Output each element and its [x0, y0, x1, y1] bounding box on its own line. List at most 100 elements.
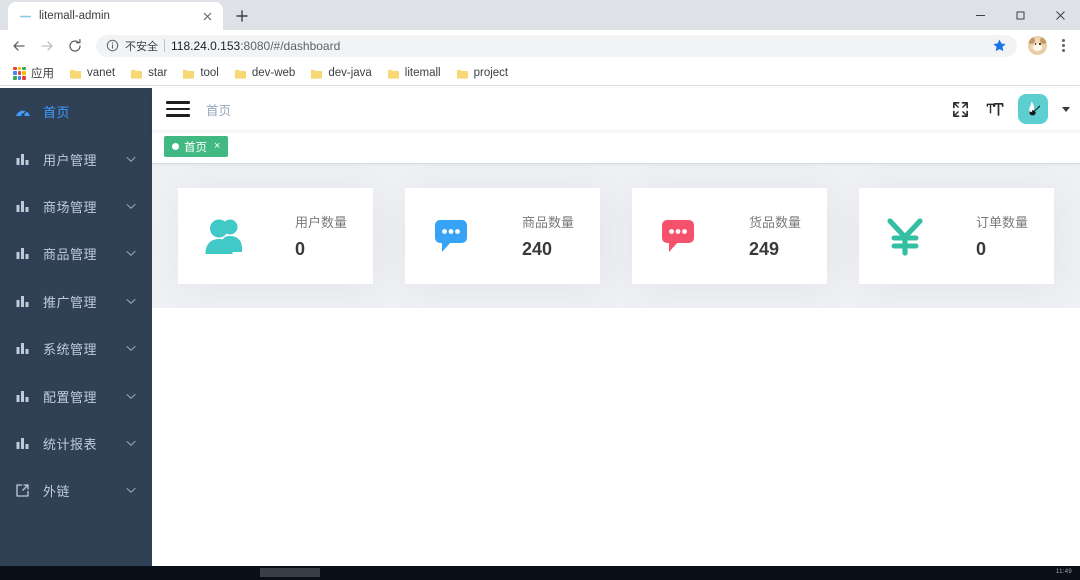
chevron-down-icon[interactable] — [1062, 106, 1070, 112]
tag-label: 首页 — [184, 141, 207, 154]
minimize-button[interactable] — [960, 0, 1000, 30]
stat-card-text: 货品数量 249 — [749, 212, 801, 260]
tags-view: 首页 × — [152, 130, 1080, 164]
folder-icon — [130, 67, 143, 79]
chart-icon — [14, 388, 31, 405]
stat-card-label: 用户数量 — [294, 215, 347, 230]
bookmark-dev-java[interactable]: dev-java — [303, 65, 378, 81]
taskbar-active-window[interactable] — [260, 568, 320, 577]
chevron-down-icon — [126, 393, 136, 400]
new-tab-button[interactable] — [229, 3, 255, 29]
url-path: :8080/#/dashboard — [240, 38, 341, 53]
bookmarks-bar: 应用 vanet star tool dev-web dev-java lite… — [0, 61, 1080, 86]
admin-app: 首页 用户管理 商场管理 商品管理 推广管理 系统管理 配置管理 统计报表 外链… — [0, 88, 1080, 568]
url-text: 118.24.0.153:8080/#/dashboard — [171, 39, 340, 53]
chevron-down-icon — [126, 345, 136, 352]
sidebar-item-user-management[interactable]: 用户管理 — [0, 135, 152, 182]
bookmark-star[interactable]: star — [123, 65, 174, 81]
bookmark-label: litemall — [404, 67, 441, 79]
folder-icon — [234, 67, 247, 79]
close-button[interactable] — [1040, 0, 1080, 30]
sidebar-item-label: 商品管理 — [43, 247, 98, 263]
bookmark-tool[interactable]: tool — [175, 65, 226, 81]
omnibox-divider — [164, 39, 165, 52]
chart-icon — [14, 151, 31, 168]
reload-button[interactable] — [62, 33, 88, 59]
stat-card-users[interactable]: 用户数量 0 — [178, 188, 373, 284]
stat-card-text: 订单数量 0 — [976, 212, 1028, 260]
bookmark-label: project — [473, 67, 509, 79]
sidebar-item-config-management[interactable]: 配置管理 — [0, 372, 152, 419]
tab-close-button[interactable] — [200, 9, 215, 24]
sidebar-item-mall-management[interactable]: 商场管理 — [0, 183, 152, 230]
dash-favicon — [19, 10, 32, 23]
tag-close-icon[interactable]: × — [214, 141, 220, 152]
maximize-button[interactable] — [1000, 0, 1040, 30]
folder-icon — [387, 67, 400, 79]
stat-card-value: 249 — [748, 239, 780, 259]
chevron-down-icon — [126, 298, 136, 305]
stat-card-label: 货品数量 — [748, 215, 801, 230]
main-container: 首页 首页 × 用户数量 0 商品数量 240 货品数量 249 订单数量 0 — [152, 88, 1080, 568]
sidebar-item-label: 推广管理 — [43, 294, 98, 310]
chart-icon — [14, 293, 31, 310]
chrome-menu-button[interactable] — [1052, 33, 1074, 59]
user-avatar[interactable] — [1018, 94, 1048, 124]
browser-toolbar: 不安全 118.24.0.153:8080/#/dashboard — [0, 30, 1080, 61]
bookmark-vanet[interactable]: vanet — [62, 65, 122, 81]
bookmark-label: dev-web — [251, 67, 296, 79]
address-bar[interactable]: 不安全 118.24.0.153:8080/#/dashboard — [96, 34, 1017, 57]
stat-card-text: 商品数量 240 — [522, 212, 574, 260]
bookmark-project[interactable]: project — [449, 65, 516, 81]
chevron-down-icon — [126, 250, 136, 257]
sidebar-item-statistics-report[interactable]: 统计报表 — [0, 420, 152, 467]
fullscreen-icon[interactable] — [950, 99, 970, 119]
font-size-icon[interactable] — [984, 99, 1004, 119]
chart-icon — [14, 198, 31, 215]
stat-card-value: 0 — [975, 239, 986, 259]
star-icon[interactable] — [992, 38, 1007, 53]
chevron-down-icon — [126, 203, 136, 210]
forward-button[interactable] — [34, 33, 60, 59]
tag-chip-dashboard[interactable]: 首页 × — [164, 136, 229, 157]
sidebar-item-product-management[interactable]: 商品管理 — [0, 230, 152, 277]
sidebar-item-dashboard[interactable]: 首页 — [0, 88, 152, 135]
avatar[interactable] — [1028, 36, 1047, 55]
browser-window: litemall-admin 不安全 118.24.0.153:8080/#/d… — [0, 0, 1080, 580]
chevron-down-icon — [126, 440, 136, 447]
folder-icon — [182, 67, 195, 79]
back-button[interactable] — [6, 33, 32, 59]
tab-title: litemall-admin — [39, 10, 110, 22]
stat-card-value: 0 — [294, 239, 305, 259]
url-host: 118.24.0.153 — [171, 38, 241, 53]
browser-tab[interactable]: litemall-admin — [8, 2, 223, 30]
bookmark-litemall[interactable]: litemall — [380, 65, 448, 81]
sidebar-item-system-management[interactable]: 系统管理 — [0, 325, 152, 372]
bookmark-apps[interactable]: 应用 — [6, 63, 61, 83]
sidebar-item-label: 系统管理 — [43, 342, 98, 358]
tab-strip: litemall-admin — [0, 0, 1080, 30]
info-circle-icon[interactable] — [106, 39, 119, 52]
bookmark-dev-web[interactable]: dev-web — [227, 65, 302, 81]
sidebar-item-promotion-management[interactable]: 推广管理 — [0, 278, 152, 325]
breadcrumb: 首页 — [206, 103, 232, 118]
stat-card-goods[interactable]: 货品数量 249 — [632, 188, 827, 284]
panel-group: 用户数量 0 商品数量 240 货品数量 249 订单数量 0 — [152, 164, 1080, 308]
external-link-icon — [14, 482, 31, 499]
sidebar-item-external-link[interactable]: 外链 — [0, 467, 152, 514]
sidebar-item-label: 商场管理 — [43, 199, 98, 215]
stat-card-label: 商品数量 — [521, 215, 574, 230]
os-taskbar: 11:49 — [0, 568, 1080, 580]
people-icon — [198, 212, 250, 260]
top-navbar: 首页 — [152, 88, 1080, 130]
stat-card-label: 订单数量 — [975, 215, 1028, 230]
taskbar-clock: 11:49 — [1055, 569, 1072, 575]
app-main-content: 用户数量 0 商品数量 240 货品数量 249 订单数量 0 — [152, 164, 1080, 568]
folder-icon — [69, 67, 82, 79]
stat-card-value: 240 — [521, 239, 553, 259]
hamburger-icon[interactable] — [166, 99, 190, 119]
stat-card-products[interactable]: 商品数量 240 — [405, 188, 600, 284]
stat-card-orders[interactable]: 订单数量 0 — [859, 188, 1054, 284]
chart-icon — [14, 435, 31, 452]
dashboard-icon — [14, 103, 31, 120]
